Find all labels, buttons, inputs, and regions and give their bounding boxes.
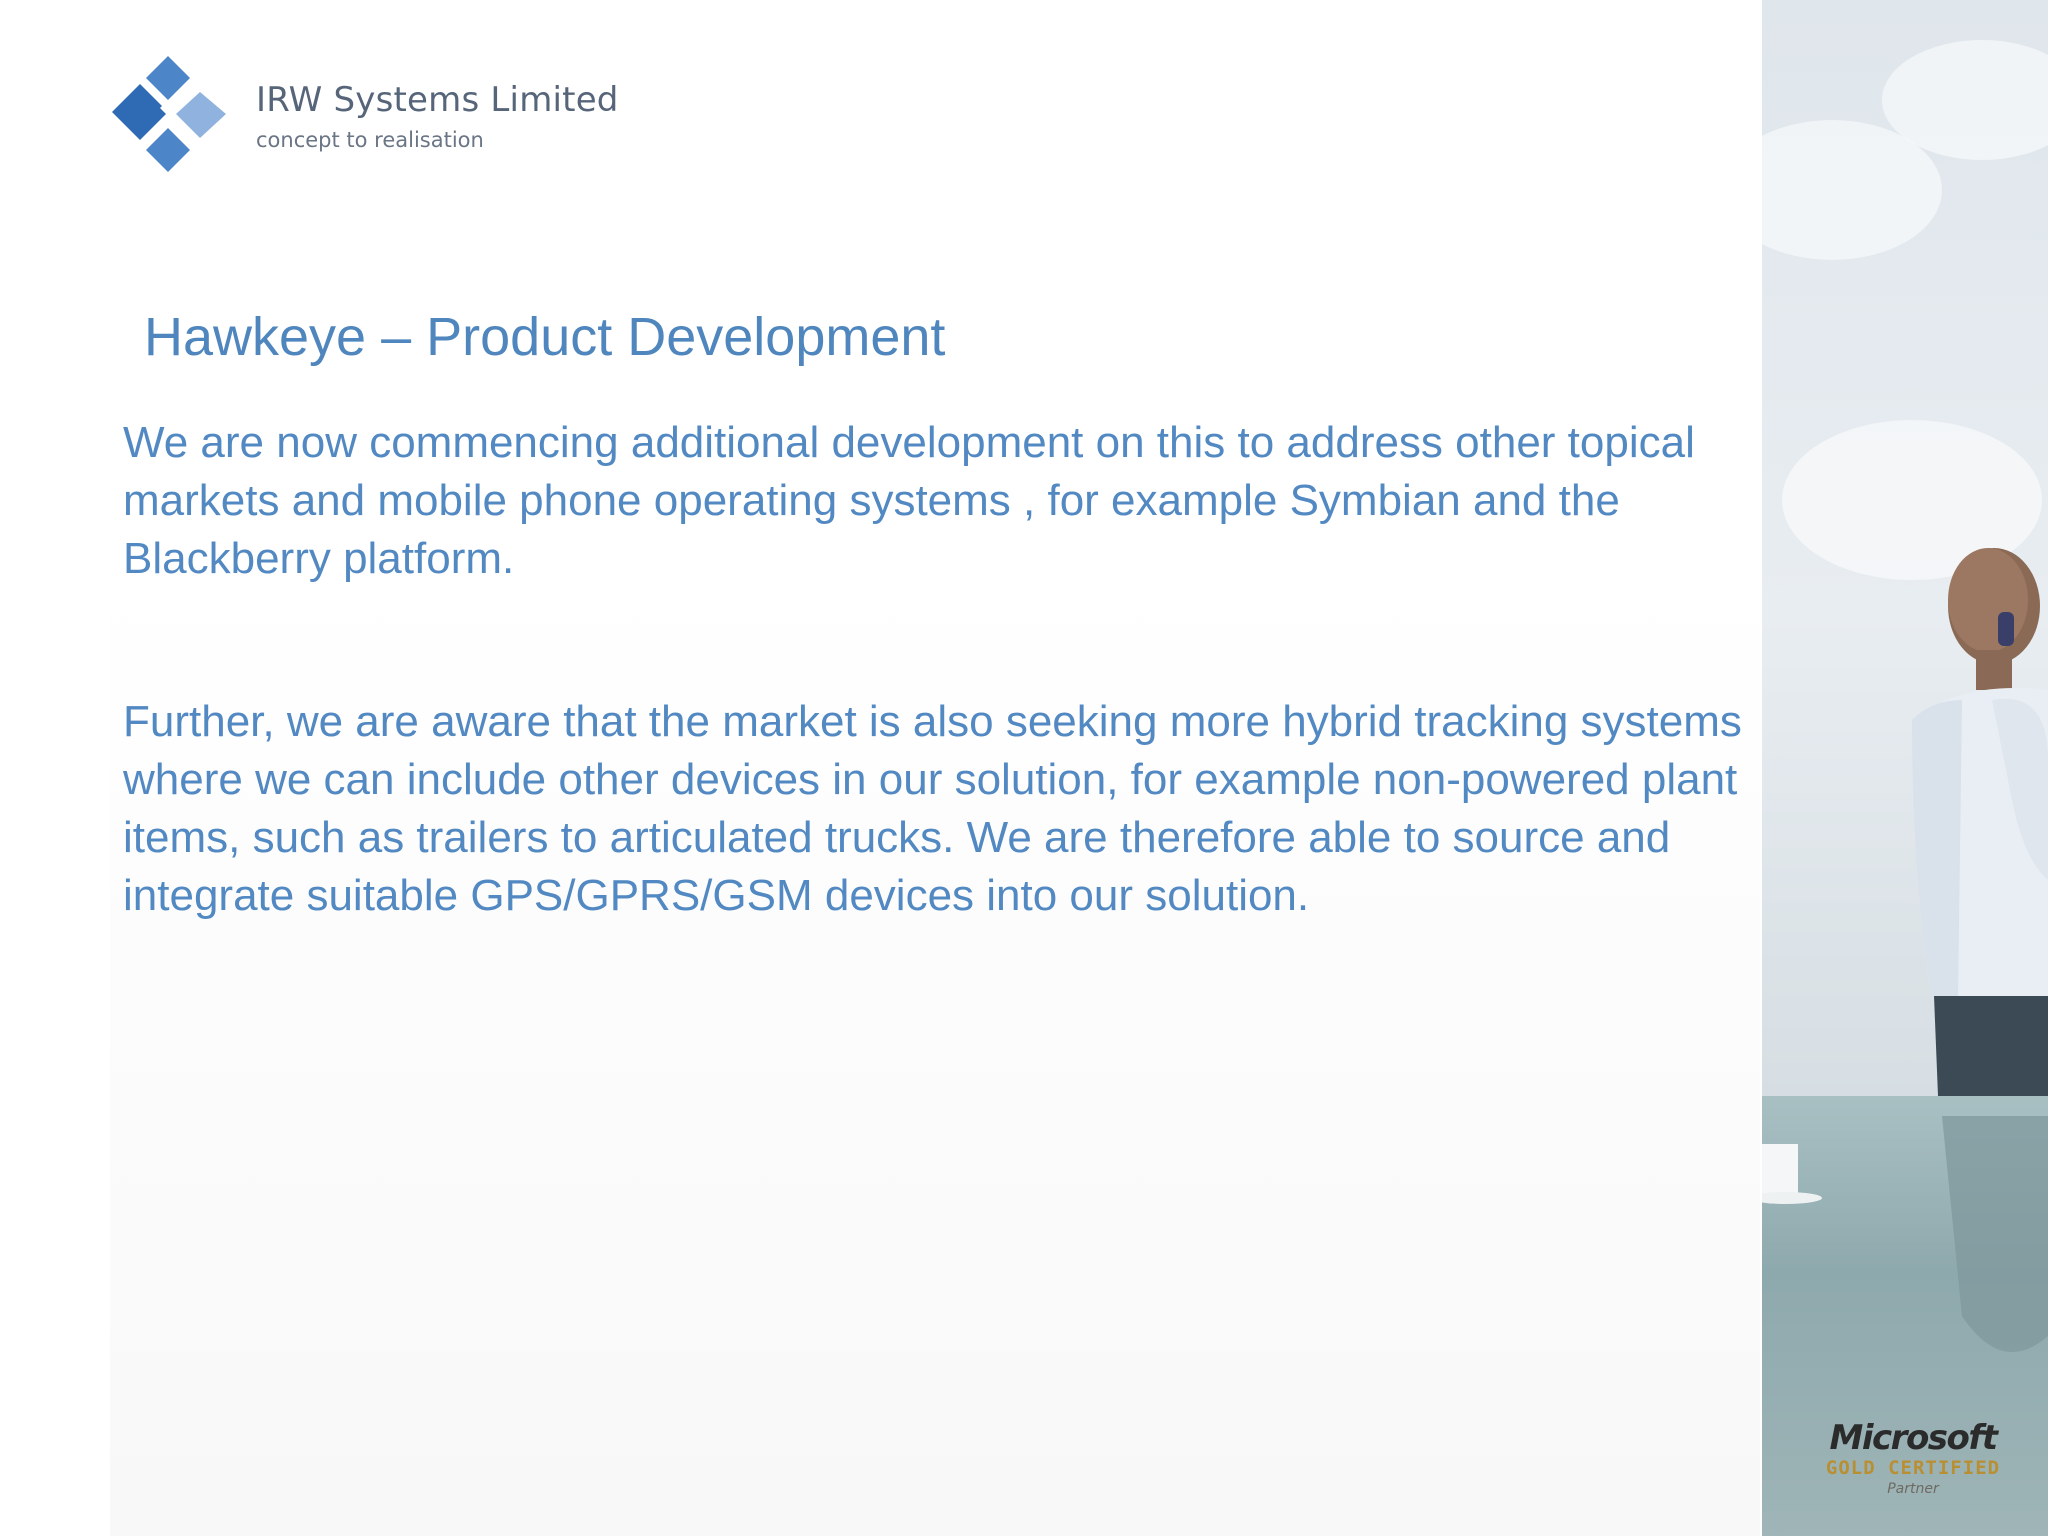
slide-title: Hawkeye – Product Development	[144, 307, 946, 367]
gold-certified-label: GOLD CERTIFIED	[1825, 1457, 2001, 1479]
company-name: IRW Systems Limited	[256, 80, 619, 120]
partner-label: Partner	[1887, 1481, 1939, 1497]
side-photo-panel: Microsoft GOLD CERTIFIED Partner	[1762, 0, 2048, 1536]
man-on-phone-illustration	[1912, 548, 2048, 1096]
microsoft-gold-certified-badge: Microsoft GOLD CERTIFIED Partner	[1818, 1420, 2008, 1498]
diamond-logo-icon	[112, 56, 226, 172]
microsoft-wordmark: Microsoft	[1829, 1418, 1998, 1458]
body-paragraph-2: Further, we are aware that the market is…	[123, 697, 1742, 920]
company-logo: IRW Systems Limited concept to realisati…	[110, 54, 630, 174]
reflection-shape	[1942, 1116, 2048, 1352]
body-paragraph-1: We are now commencing additional develop…	[123, 418, 1695, 583]
company-tagline: concept to realisation	[256, 128, 484, 152]
slide: IRW Systems Limited concept to realisati…	[0, 0, 2048, 1536]
